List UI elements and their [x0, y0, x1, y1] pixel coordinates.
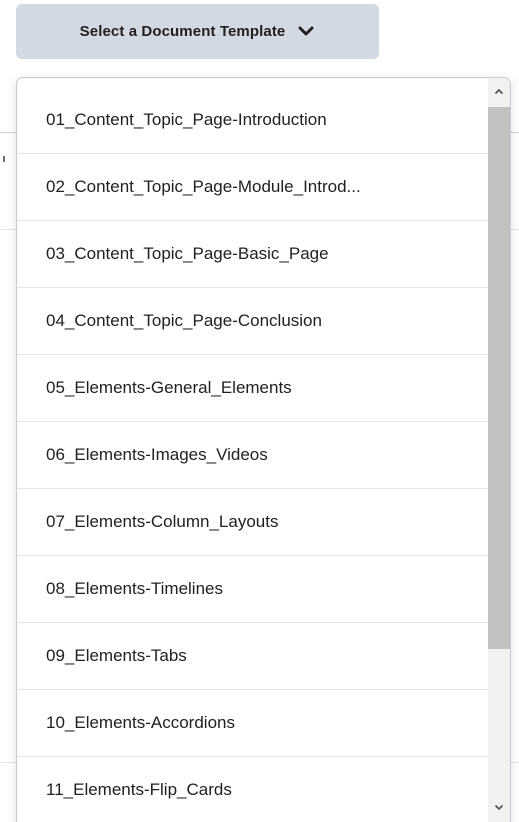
template-option-label: 07_Elements-Column_Layouts	[46, 512, 279, 531]
template-list: 01_Content_Topic_Page-Introduction 02_Co…	[17, 86, 489, 822]
template-option[interactable]: 08_Elements-Timelines	[17, 556, 489, 623]
template-option[interactable]: 04_Content_Topic_Page-Conclusion	[17, 288, 489, 355]
template-option-label: 05_Elements-General_Elements	[46, 378, 292, 397]
scroll-down-arrow-icon[interactable]	[488, 800, 510, 814]
template-option-label: 01_Content_Topic_Page-Introduction	[46, 109, 327, 129]
template-option-label: 04_Content_Topic_Page-Conclusion	[46, 311, 322, 330]
template-option-label: 09_Elements-Tabs	[46, 646, 187, 665]
template-option[interactable]: 09_Elements-Tabs	[17, 623, 489, 690]
template-option[interactable]: 03_Content_Topic_Page-Basic_Page	[17, 221, 489, 288]
page: Select a Document Template 01_Content_To…	[0, 0, 519, 822]
background-mark	[3, 156, 5, 162]
scrollbar-thumb[interactable]	[488, 107, 510, 649]
template-option[interactable]: 06_Elements-Images_Videos	[17, 422, 489, 489]
template-option[interactable]: 11_Elements-Flip_Cards	[17, 757, 489, 822]
template-option[interactable]: 10_Elements-Accordions	[17, 690, 489, 757]
template-option[interactable]: 01_Content_Topic_Page-Introduction	[17, 86, 489, 154]
scroll-up-arrow-icon[interactable]	[488, 84, 510, 98]
template-option-label: 06_Elements-Images_Videos	[46, 445, 268, 464]
chevron-down-icon	[297, 26, 315, 38]
template-option[interactable]: 05_Elements-General_Elements	[17, 355, 489, 422]
template-option-label: 03_Content_Topic_Page-Basic_Page	[46, 244, 329, 263]
template-option-label: 08_Elements-Timelines	[46, 579, 223, 598]
template-option[interactable]: 02_Content_Topic_Page-Module_Introd...	[17, 154, 489, 221]
template-option[interactable]: 07_Elements-Column_Layouts	[17, 489, 489, 556]
template-option-label: 10_Elements-Accordions	[46, 713, 235, 732]
select-document-template-button[interactable]: Select a Document Template	[16, 4, 379, 59]
template-dropdown-menu: 01_Content_Topic_Page-Introduction 02_Co…	[16, 77, 511, 822]
template-option-label: 11_Elements-Flip_Cards	[46, 780, 232, 799]
template-option-label: 02_Content_Topic_Page-Module_Introd...	[46, 177, 361, 196]
dropdown-scrollbar[interactable]	[488, 78, 510, 822]
template-button-label: Select a Document Template	[79, 23, 286, 40]
